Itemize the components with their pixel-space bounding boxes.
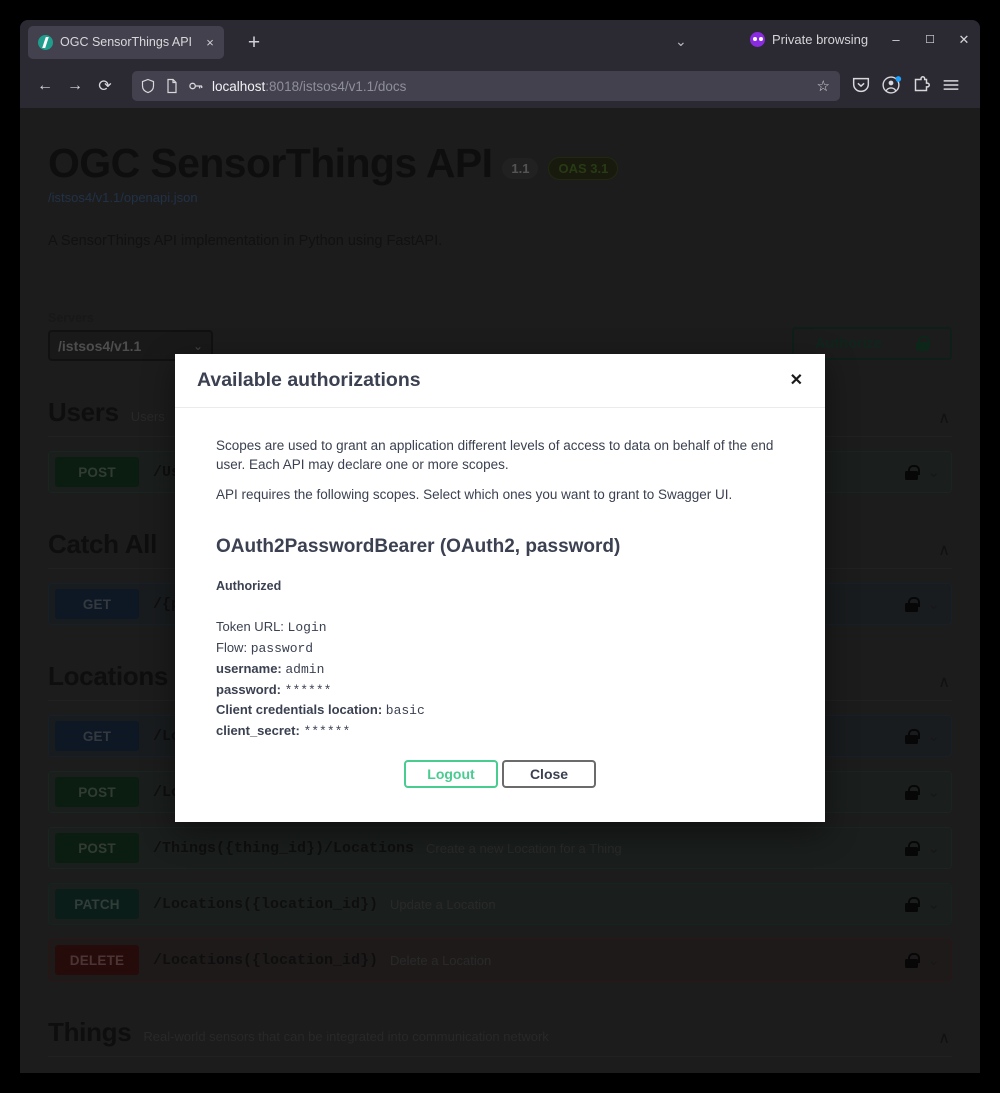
- page-viewport: OGC SensorThings API 1.1 OAS 3.1 /istsos…: [20, 108, 980, 1093]
- authorized-status: Authorized: [216, 579, 282, 594]
- client-secret-key: client_secret:: [216, 723, 300, 739]
- token-url-value: Login: [287, 620, 327, 636]
- client-credentials-location-value: basic: [385, 703, 425, 719]
- logout-button[interactable]: Logout: [404, 759, 498, 788]
- flow-key: Flow:: [216, 640, 248, 656]
- client-credentials-location-row: Client credentials location: basic: [216, 700, 784, 721]
- scopes-description-paragraph: Scopes are used to grant an application …: [216, 438, 774, 473]
- account-icon[interactable]: [880, 74, 910, 98]
- password-row: password: ******: [216, 680, 784, 701]
- username-value: admin: [285, 661, 325, 677]
- app-menu-icon[interactable]: [940, 74, 970, 98]
- modal-actions: Logout Close: [216, 759, 784, 822]
- shield-icon[interactable]: [140, 78, 156, 94]
- scopes-request-paragraph: API requires the following scopes. Selec…: [216, 487, 733, 503]
- key-icon[interactable]: [188, 78, 204, 94]
- private-browsing-indicator: Private browsing: [750, 32, 868, 47]
- token-url-key: Token URL:: [216, 619, 284, 635]
- close-button[interactable]: Close: [502, 759, 596, 788]
- modal-header: Available authorizations ✕: [175, 354, 825, 408]
- window-minimize-button[interactable]: –: [886, 30, 906, 50]
- bookmark-star-icon[interactable]: ☆: [817, 77, 830, 95]
- new-tab-button[interactable]: +: [242, 32, 266, 53]
- modal-title: Available authorizations: [197, 369, 421, 391]
- pocket-icon[interactable]: [850, 74, 880, 98]
- client-credentials-location-key: Client credentials location:: [216, 702, 383, 718]
- username-row: username: admin: [216, 659, 784, 680]
- security-scheme-name: OAuth2PasswordBearer (OAuth2, password): [216, 536, 621, 558]
- url-text: localhost:8018/istsos4/v1.1/docs: [212, 79, 809, 94]
- tab-strip: OGC SensorThings API - S × + ⌄ Private b…: [20, 20, 980, 64]
- client-secret-value: ******: [303, 724, 351, 740]
- flow-value: password: [250, 641, 314, 657]
- mask-icon: [750, 32, 765, 47]
- browser-window: OGC SensorThings API - S × + ⌄ Private b…: [20, 20, 980, 1093]
- reload-icon[interactable]: ⟳: [90, 76, 120, 96]
- window-maximize-button[interactable]: ☐: [920, 30, 940, 50]
- fastapi-favicon-icon: [38, 34, 53, 50]
- client-secret-row: client_secret: ******: [216, 721, 784, 742]
- back-icon[interactable]: ←: [30, 77, 60, 95]
- window-close-button[interactable]: ✕: [954, 30, 974, 50]
- password-value: ******: [284, 682, 332, 698]
- bottom-strip: [0, 1073, 1000, 1093]
- private-browsing-label: Private browsing: [772, 32, 869, 47]
- url-path: :8018/istsos4/v1.1/docs: [265, 78, 407, 94]
- available-authorizations-modal: Available authorizations ✕ Scopes are us…: [175, 354, 825, 822]
- forward-icon[interactable]: →: [60, 77, 90, 95]
- modal-body: Scopes are used to grant an application …: [175, 408, 825, 822]
- chevron-down-icon[interactable]: ⌄: [675, 33, 687, 50]
- tab-title: OGC SensorThings API - S: [60, 34, 195, 49]
- page-info-icon[interactable]: [164, 78, 180, 94]
- password-key: password:: [216, 681, 282, 697]
- browser-tab[interactable]: OGC SensorThings API - S ×: [28, 25, 224, 59]
- username-key: username:: [216, 660, 282, 676]
- close-icon[interactable]: ×: [202, 36, 218, 49]
- navigation-toolbar: ← → ⟳ localhost:8018/istsos4/v1.1/docs ☆: [20, 64, 980, 108]
- token-url-row: Token URL: Login: [216, 617, 784, 638]
- url-host: localhost: [212, 78, 266, 94]
- close-icon[interactable]: ✕: [790, 372, 803, 389]
- flow-row: Flow: password: [216, 638, 784, 659]
- extensions-icon[interactable]: [910, 74, 940, 98]
- url-bar[interactable]: localhost:8018/istsos4/v1.1/docs ☆: [132, 71, 840, 101]
